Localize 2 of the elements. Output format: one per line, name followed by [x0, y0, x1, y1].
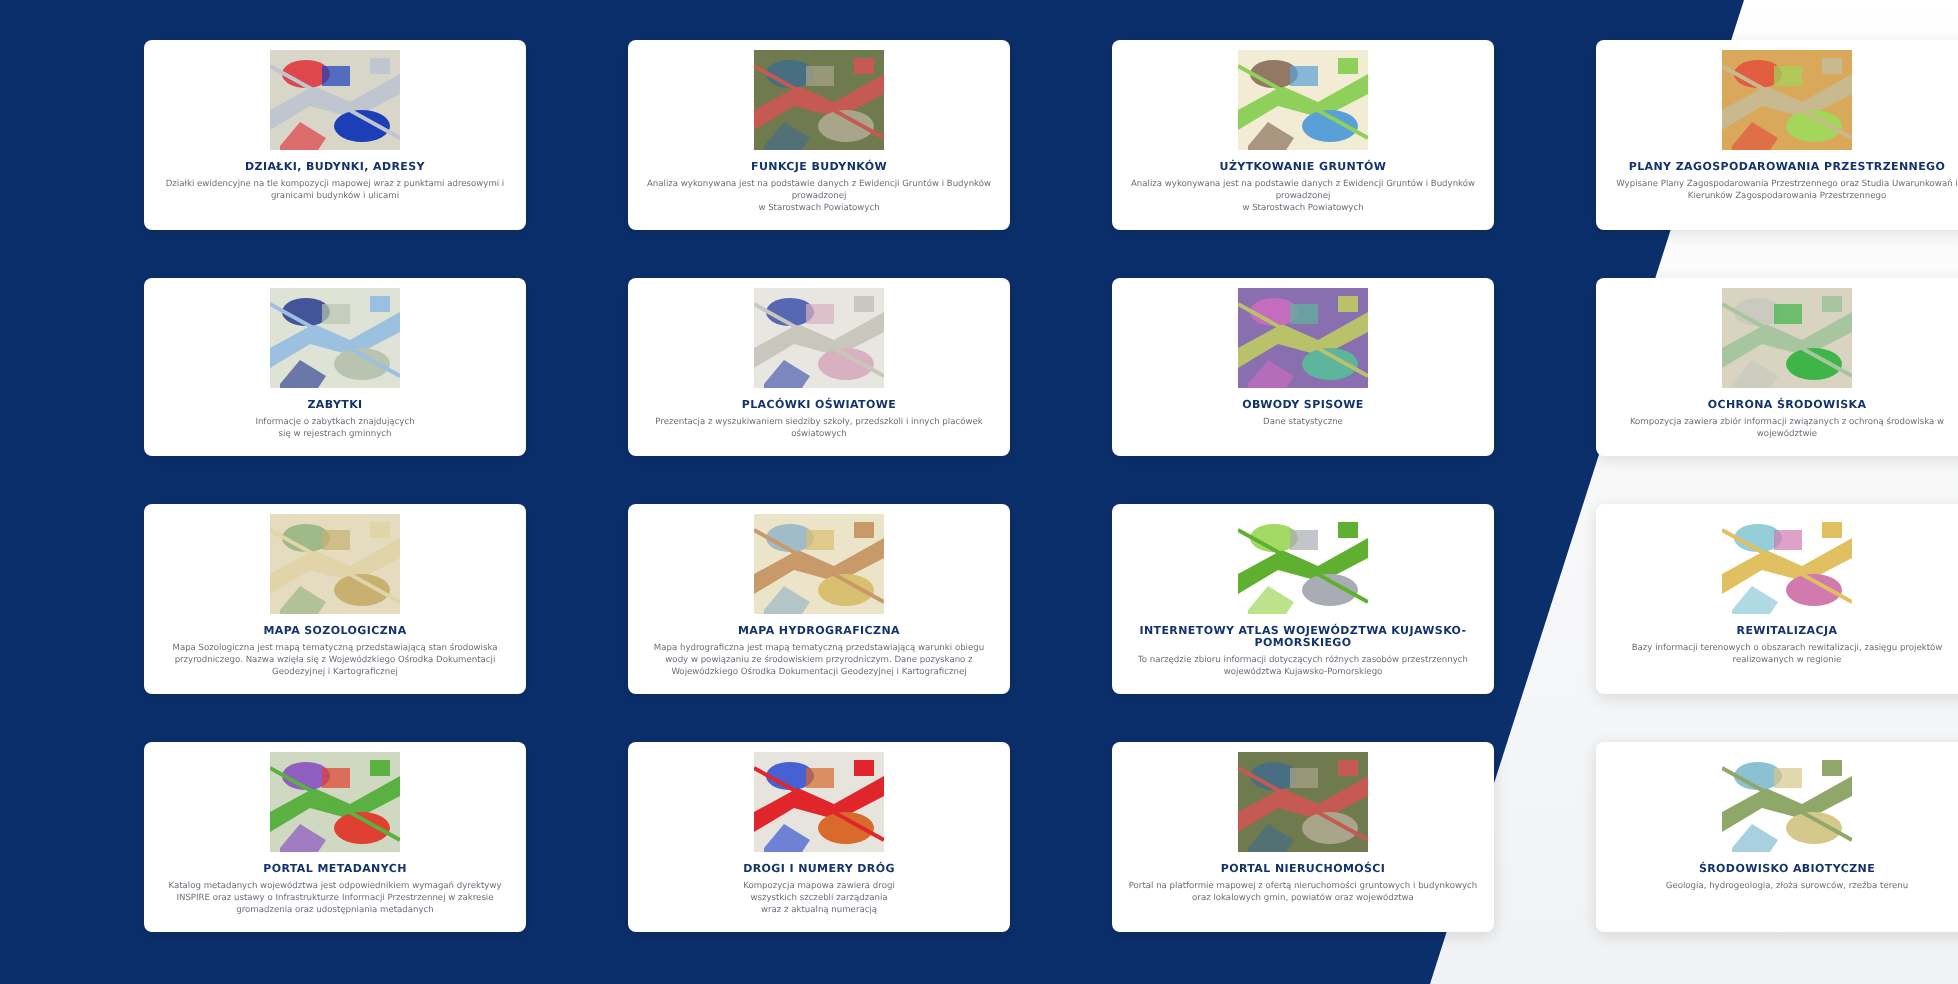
- service-card[interactable]: [144, 742, 526, 932]
- service-card[interactable]: [628, 504, 1010, 694]
